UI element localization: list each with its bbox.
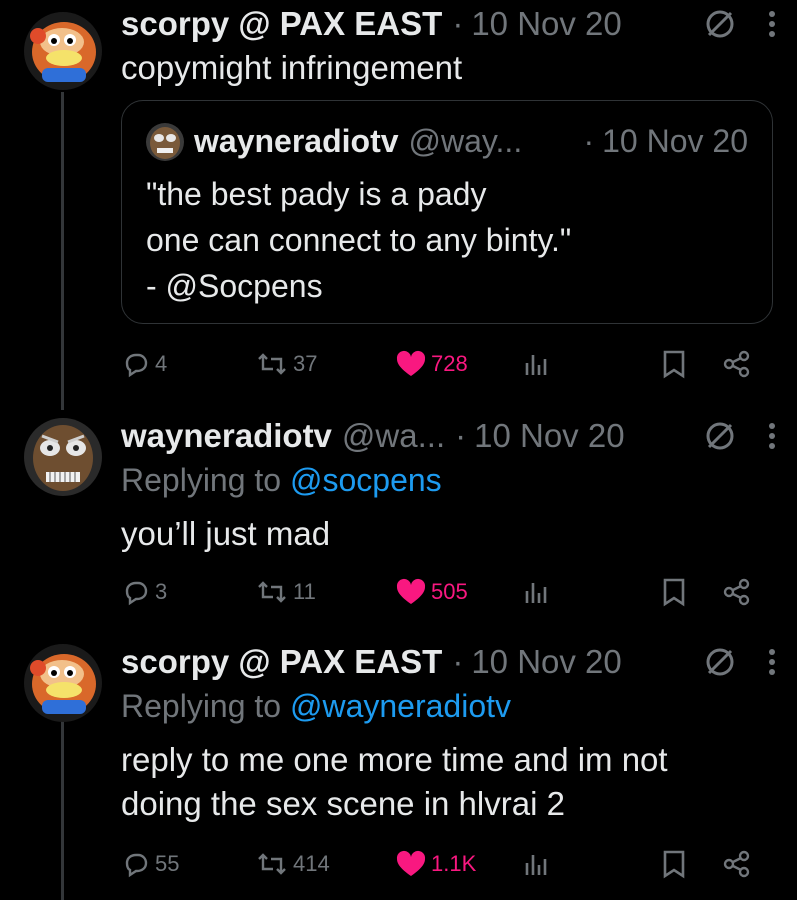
like-button[interactable]: 728 [395,344,468,384]
more-icon[interactable] [767,7,777,41]
display-name[interactable]: wayneradiotv [121,417,332,455]
reply-button[interactable]: 3 [121,572,167,612]
reply-icon [125,853,148,878]
more-icon[interactable] [767,419,777,453]
more-icon[interactable] [767,645,777,679]
tweet-text: reply to me one more time and im not doi… [121,741,668,822]
ghost-icon[interactable] [703,419,737,453]
retweet-button[interactable]: 11 [255,572,316,612]
bookmark-button[interactable] [661,572,687,612]
timestamp[interactable]: 10 Nov 20 [471,643,621,681]
bookmark-button[interactable] [661,344,687,384]
tweet[interactable]: scorpy @ PAX EAST · 10 Nov 20 copymight … [0,0,797,400]
reply-icon [125,353,148,378]
tweet-header: wayneradiotv @wa... · 10 Nov 20 [121,414,777,458]
avatar-scorpy[interactable] [24,12,102,90]
share-button[interactable] [721,844,753,884]
analytics-button[interactable] [523,844,549,884]
retweet-icon [258,581,286,603]
share-icon [723,578,750,606]
bookmark-icon [663,350,685,379]
tweet-text: copymight infringement [121,49,463,86]
retweet-button[interactable]: 414 [255,844,330,884]
analytics-icon [525,583,547,603]
replying-to-link[interactable]: @socpens [290,462,442,498]
share-button[interactable] [721,344,753,384]
share-icon [723,350,750,378]
reply-icon [125,581,148,606]
tweet[interactable]: scorpy @ PAX EAST · 10 Nov 20 Replying t… [0,640,797,900]
ghost-icon[interactable] [703,7,737,41]
action-bar: 55 414 1.1K [121,844,777,884]
quote-display-name: wayneradiotv [194,122,399,159]
reply-count: 4 [155,351,168,376]
tweet-header: scorpy @ PAX EAST · 10 Nov 20 [121,2,777,46]
heart-icon [396,350,426,376]
reply-button[interactable]: 4 [121,344,167,384]
replying-to: Replying to @wayneradiotv [121,688,511,725]
analytics-button[interactable] [523,572,549,612]
analytics-icon [525,355,547,375]
separator: · [452,5,464,42]
retweet-icon [258,853,286,875]
retweet-count: 37 [293,351,318,376]
retweet-count: 414 [293,851,330,876]
reply-button[interactable]: 55 [121,844,179,884]
analytics-button[interactable] [523,344,549,384]
quote-text: "the best pady is a pady one can connect… [146,176,572,304]
action-bar: 4 37 728 [121,344,777,384]
like-button[interactable]: 1.1K [395,844,476,884]
quote-header: wayneradiotv @way... · 10 Nov 20 [194,119,748,163]
display-name[interactable]: scorpy @ PAX EAST [121,5,442,43]
separator: · [452,643,464,680]
action-bar: 3 11 505 [121,572,777,612]
quote-timestamp: 10 Nov 20 [602,122,748,159]
tweet-text: you’ll just mad [121,515,331,552]
share-icon [723,850,750,878]
quoted-tweet[interactable]: wayneradiotv @way... · 10 Nov 20 "the be… [121,100,773,324]
tweet[interactable]: wayneradiotv @wa... · 10 Nov 20 Replying… [0,412,797,632]
tweet-header: scorpy @ PAX EAST · 10 Nov 20 [121,640,777,684]
ghost-icon[interactable] [703,645,737,679]
like-count: 1.1K [431,851,477,876]
retweet-icon [258,353,286,375]
avatar-wayneradiotv [146,123,184,161]
like-button[interactable]: 505 [395,572,468,612]
display-name[interactable]: scorpy @ PAX EAST [121,643,442,681]
like-count: 505 [431,579,468,604]
analytics-icon [525,855,547,875]
replying-to: Replying to @socpens [121,462,442,499]
heart-icon [396,850,426,876]
heart-icon [396,578,426,604]
retweet-count: 11 [293,579,316,604]
replying-to-label: Replying to [121,688,282,724]
bookmark-icon [663,578,685,607]
avatar-scorpy[interactable] [24,644,102,722]
separator: · [583,122,595,159]
avatar-wayneradiotv[interactable] [24,418,102,496]
timestamp[interactable]: 10 Nov 20 [474,417,624,455]
separator: · [455,417,467,454]
handle[interactable]: @wa... [342,417,445,455]
replying-to-link[interactable]: @wayneradiotv [290,688,511,724]
quote-handle: @way... [408,122,523,159]
reply-count: 55 [155,851,180,876]
replying-to-label: Replying to [121,462,282,498]
share-button[interactable] [721,572,753,612]
retweet-button[interactable]: 37 [255,344,317,384]
bookmark-button[interactable] [661,844,687,884]
bookmark-icon [663,850,685,879]
like-count: 728 [431,351,468,376]
reply-count: 3 [155,579,168,604]
timestamp[interactable]: 10 Nov 20 [471,5,621,43]
